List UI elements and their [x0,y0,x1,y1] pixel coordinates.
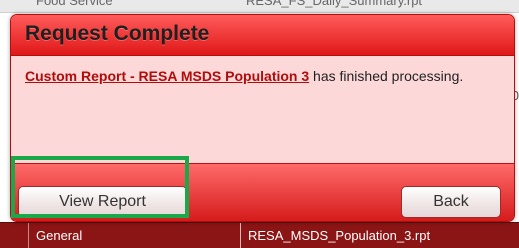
message-suffix: has finished processing. [309,68,464,84]
filename-cell: RESA_MSDS_Population_3.rpt [248,228,431,243]
highlight-box [11,156,189,218]
completion-message: Custom Report - RESA MSDS Population 3 h… [25,68,485,84]
back-button[interactable]: Back [401,186,501,218]
dialog-title: Request Complete [25,22,210,45]
category-cell: General [36,228,83,243]
column-divider [28,223,29,248]
category-cell: Food Service [36,0,113,8]
table-row[interactable]: Food Service RESA_FS_Daily_Summary.rpt [0,0,519,13]
table-row-selected[interactable]: General RESA_MSDS_Population_3.rpt [0,222,519,248]
dialog-body: Custom Report - RESA MSDS Population 3 h… [11,56,514,163]
filename-cell: RESA_FS_Daily_Summary.rpt [246,0,423,8]
dialog-header: Request Complete [11,15,514,56]
column-divider [240,223,241,248]
report-link[interactable]: Custom Report - RESA MSDS Population 3 [25,68,309,84]
